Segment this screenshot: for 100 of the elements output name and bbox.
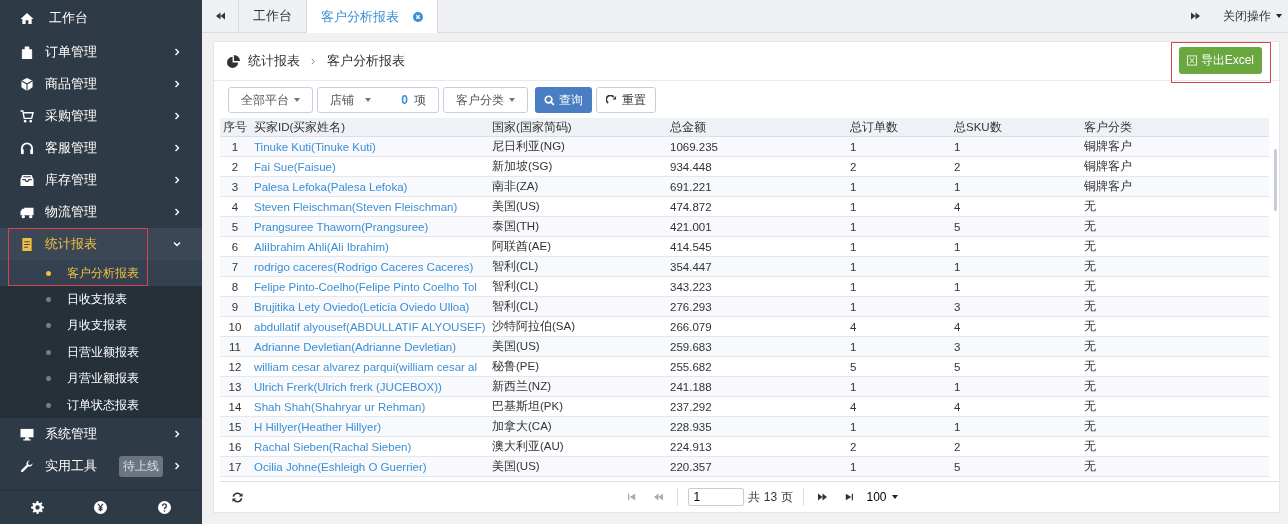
- table-cell-text: 1: [850, 420, 858, 433]
- monitor-icon: [20, 427, 34, 441]
- table-cell-text: 铜牌客户: [1084, 179, 1133, 194]
- table-cell-text: 智利(CL): [492, 259, 540, 274]
- chevron-right-icon: [173, 430, 181, 439]
- sidebar-item[interactable]: 工作台: [0, 0, 202, 36]
- table-cell-text: 1: [954, 140, 962, 153]
- table-cell-text: 1: [850, 300, 858, 313]
- close-icon[interactable]: [413, 11, 423, 22]
- table-cell-text: 尼日利亚(NG): [492, 139, 566, 154]
- table-cell-text: 4: [954, 200, 962, 213]
- document-icon: [20, 237, 34, 251]
- table-cell-text: 8: [230, 280, 240, 293]
- page-size-dropdown[interactable]: 100: [866, 490, 898, 504]
- table-cell-text: 秘鲁(PE): [492, 359, 540, 374]
- buyer-link[interactable]: Shah Shah(Shahryar ur Rehman): [250, 400, 492, 413]
- buyer-link[interactable]: Felipe Pinto-Coelho(Felipe Pinto Coelho Tol: [250, 280, 492, 293]
- platform-dropdown[interactable]: 全部平台: [228, 87, 313, 113]
- column-header: 总SKU数: [954, 119, 1003, 135]
- submenu-item[interactable]: 日收支报表: [46, 286, 127, 313]
- table-cell-text: 1: [850, 340, 858, 353]
- tab[interactable]: 客户分析报表: [306, 0, 438, 33]
- table-cell-text: 4: [850, 320, 858, 333]
- category-dropdown[interactable]: 客户分类: [443, 87, 528, 113]
- chevron-down-icon: [173, 240, 181, 248]
- column-header: 总金额: [670, 119, 707, 135]
- table-cell-text: 美国(US): [492, 339, 541, 354]
- refresh-icon: [606, 94, 617, 106]
- buyer-link[interactable]: AliIbrahim Ahli(Ali Ibrahim): [250, 240, 492, 253]
- table-cell-text: 智利(CL): [492, 279, 540, 294]
- query-button[interactable]: 查询: [535, 87, 592, 113]
- table-cell-text: 无: [1084, 199, 1097, 214]
- table-cell-text: 1: [850, 460, 858, 473]
- table-cell-text: 11: [228, 340, 242, 353]
- sidebar-item[interactable]: 订单管理: [0, 36, 202, 68]
- sidebar-item[interactable]: 统计报表: [0, 228, 202, 260]
- table-cell-text: 3: [230, 180, 240, 193]
- bag-icon: [20, 45, 34, 59]
- yen-icon[interactable]: [94, 501, 108, 514]
- scrollbar[interactable]: [1274, 149, 1277, 211]
- sidebar-item[interactable]: 商品管理: [0, 68, 202, 100]
- table-cell-text: 铜牌客户: [1084, 159, 1133, 174]
- chevron-right-icon: [173, 144, 181, 152]
- sidebar-item[interactable]: 库存管理: [0, 164, 202, 196]
- table-cell-text: 2: [954, 440, 962, 453]
- table-cell-text: 14: [227, 400, 243, 413]
- sidebar-item[interactable]: 系统管理: [0, 418, 202, 451]
- table-cell-text: 5: [850, 360, 858, 373]
- sidebar-item[interactable]: 物流管理: [0, 196, 202, 228]
- chevron-right-icon: [173, 80, 181, 88]
- double-right-arrow-icon: [1190, 12, 1200, 20]
- reset-button[interactable]: 重置: [596, 87, 656, 113]
- next-page-icon[interactable]: [817, 493, 827, 501]
- buyer-link[interactable]: william cesar alvarez parqui(william cesar al: [250, 360, 492, 373]
- last-page-icon[interactable]: [844, 493, 853, 501]
- sidebar-item[interactable]: 客服管理: [0, 132, 202, 164]
- table-cell-text: 2: [954, 160, 962, 173]
- table-cell-text: 1069.235: [670, 140, 719, 153]
- table-cell-text: 无: [1084, 419, 1097, 434]
- table-cell-text: 414.545: [670, 240, 713, 253]
- table-cell-text: 南非(ZA): [492, 179, 540, 194]
- buyer-link[interactable]: abdullatif alyousef(ABDULLATIF ALYOUSEF): [250, 320, 492, 333]
- sidebar-item[interactable]: 采购管理: [0, 100, 202, 132]
- submenu-item[interactable]: 月营业额报表: [46, 365, 139, 392]
- table-cell-text: 无: [1084, 439, 1097, 454]
- submenu-item[interactable]: 订单状态报表: [46, 391, 139, 419]
- table-cell-text: 10: [227, 320, 243, 333]
- table-cell-text: 1: [230, 140, 240, 153]
- submenu-item[interactable]: 日营业额报表: [46, 339, 139, 366]
- page-count: 共 13 页: [748, 488, 793, 506]
- help-icon[interactable]: [157, 501, 171, 514]
- table-cell-text: 4: [230, 200, 240, 213]
- close-operations-menu[interactable]: 关闭操作: [1213, 0, 1288, 32]
- settings-icon[interactable]: [31, 501, 45, 514]
- table-cell-text: 6: [230, 240, 240, 253]
- table-cell-text: 无: [1084, 279, 1097, 294]
- refresh-icon[interactable]: [232, 491, 243, 503]
- sidebar-item[interactable]: 实用工具 待上线: [0, 450, 202, 483]
- table-cell-text: 1: [954, 240, 962, 253]
- buyer-link[interactable]: Fai Sue(Faisue): [250, 160, 492, 173]
- table-cell-text: 1: [850, 240, 858, 253]
- table-cell-text: 1: [850, 140, 858, 153]
- submenu-item[interactable]: 月收支报表: [46, 312, 127, 340]
- table-cell-text: 新西兰(NZ): [492, 379, 552, 394]
- table-cell-text: 237.292: [670, 400, 713, 413]
- table-cell-text: 美国(US): [492, 459, 541, 474]
- home-icon: [20, 11, 34, 25]
- table-cell-text: 1: [850, 260, 858, 273]
- chevron-right-icon: [173, 208, 181, 216]
- page-input[interactable]: 1: [688, 488, 745, 506]
- chevron-right-icon: [173, 112, 181, 120]
- table-cell-text: 474.872: [670, 200, 713, 213]
- table-cell-text: 421.001: [670, 220, 713, 233]
- breadcrumb-item: 客户分析报表: [327, 52, 405, 70]
- table-cell-text: 1: [954, 280, 962, 293]
- table-cell-text: 5: [954, 220, 962, 233]
- buyer-link[interactable]: Rachal Sieben(Rachal Sieben): [250, 440, 492, 453]
- breadcrumb-item[interactable]: 统计报表: [248, 52, 300, 70]
- buyer-link[interactable]: Steven Fleischman(Steven Fleischman): [250, 200, 492, 213]
- shop-dropdown[interactable]: 店铺 0 项: [317, 87, 439, 113]
